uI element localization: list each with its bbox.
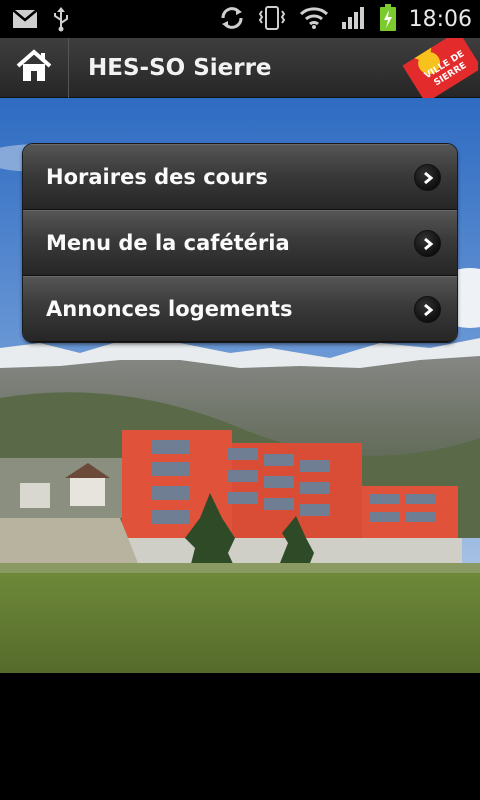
menu-item-label: Annonces logements	[46, 297, 293, 321]
gmail-icon	[12, 9, 38, 33]
menu-item-horaires[interactable]: Horaires des cours	[23, 144, 457, 210]
empty-area	[0, 673, 480, 800]
battery-charging-icon	[379, 4, 397, 36]
action-bar: HES-SO Sierre VILLE DE SIERRE	[0, 38, 480, 98]
home-icon	[16, 49, 52, 87]
clock: 18:06	[408, 7, 472, 32]
vibrate-icon	[257, 5, 287, 35]
status-bar: 18:06	[0, 0, 480, 38]
chevron-right-icon	[414, 230, 441, 257]
home-button[interactable]	[0, 38, 68, 98]
chevron-right-icon	[414, 296, 441, 323]
chevron-right-icon	[414, 164, 441, 191]
menu-item-cafeteria[interactable]: Menu de la cafétéria	[23, 210, 457, 276]
main-content: Horaires des cours Menu de la cafétéria …	[0, 98, 480, 673]
main-menu: Horaires des cours Menu de la cafétéria …	[23, 144, 457, 342]
menu-item-label: Menu de la cafétéria	[46, 231, 290, 255]
action-bar-divider	[68, 38, 69, 98]
menu-item-label: Horaires des cours	[46, 165, 268, 189]
menu-item-logements[interactable]: Annonces logements	[23, 276, 457, 342]
wifi-icon	[299, 6, 329, 34]
ville-de-sierre-logo: VILLE DE SIERRE	[396, 38, 478, 98]
usb-icon	[52, 6, 70, 36]
sync-icon	[219, 5, 245, 35]
signal-icon	[341, 6, 367, 34]
app-title: HES-SO Sierre	[88, 55, 272, 81]
